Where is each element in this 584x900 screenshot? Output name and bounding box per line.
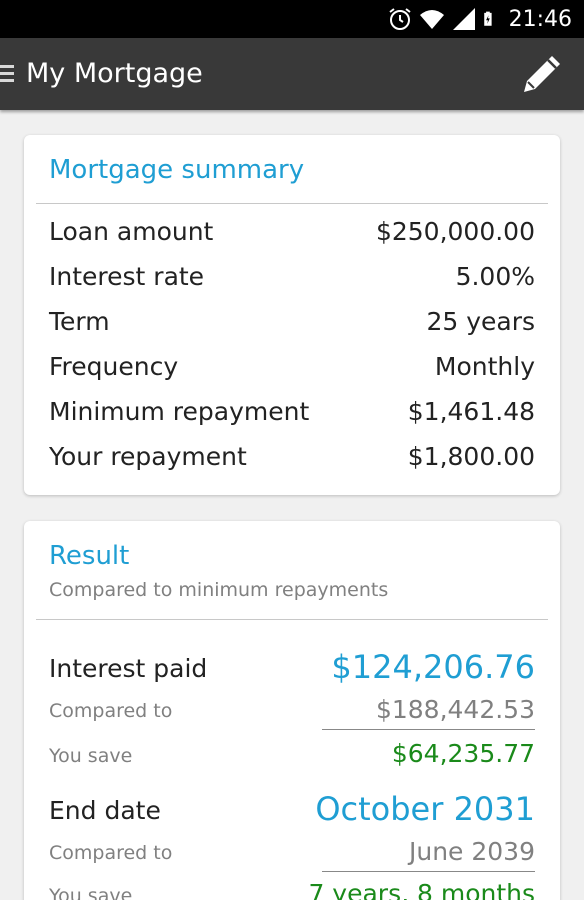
- row-value: 5.00%: [455, 262, 535, 291]
- summary-row-term: Term 25 years: [49, 307, 535, 347]
- row-value: $1,800.00: [407, 442, 535, 471]
- summary-divider: [36, 203, 548, 204]
- pencil-icon[interactable]: [520, 52, 564, 96]
- summary-title: Mortgage summary: [49, 155, 305, 185]
- row-value: 25 years: [426, 307, 535, 336]
- action-bar: My Mortgage: [0, 38, 584, 110]
- row-label: Your repayment: [49, 442, 247, 471]
- result-subtitle: Compared to minimum repayments: [49, 579, 389, 601]
- status-time: 21:46: [508, 6, 572, 32]
- summary-row-your-repayment: Your repayment $1,800.00: [49, 442, 535, 482]
- signal-icon: [452, 8, 475, 30]
- end-date-compared-value: June 2039: [408, 837, 535, 866]
- row-value: Monthly: [434, 352, 535, 381]
- summary-row-minimum-repayment: Minimum repayment $1,461.48: [49, 397, 535, 437]
- interest-save-label: You save: [49, 745, 133, 767]
- battery-charging-icon: [483, 11, 492, 26]
- status-bar: 21:46: [0, 0, 584, 38]
- summary-row-interest-rate: Interest rate 5.00%: [49, 262, 535, 302]
- app-title[interactable]: My Mortgage: [26, 58, 203, 89]
- result-divider: [36, 619, 548, 620]
- row-label: Loan amount: [49, 217, 214, 246]
- result-card: Result Compared to minimum repayments In…: [24, 521, 560, 900]
- end-date-save-value: 7 years, 8 months: [308, 879, 535, 900]
- end-date-compared-label: Compared to: [49, 842, 173, 864]
- interest-paid-label: Interest paid: [49, 654, 208, 683]
- menu-icon[interactable]: [0, 63, 14, 85]
- end-date-value: October 2031: [315, 790, 535, 828]
- wifi-icon: [419, 10, 444, 29]
- summary-row-frequency: Frequency Monthly: [49, 352, 535, 392]
- row-value: $1,461.48: [407, 397, 535, 426]
- interest-paid-value: $124,206.76: [331, 648, 535, 686]
- end-date-label: End date: [49, 796, 161, 825]
- end-date-divider: [322, 871, 535, 872]
- summary-row-loan-amount: Loan amount $250,000.00: [49, 217, 535, 257]
- row-label: Frequency: [49, 352, 179, 381]
- row-label: Term: [49, 307, 110, 336]
- interest-divider: [322, 729, 535, 730]
- row-value: $250,000.00: [375, 217, 535, 246]
- result-title: Result: [49, 541, 130, 571]
- alarm-icon: [388, 8, 411, 30]
- interest-compared-value: $188,442.53: [375, 695, 535, 724]
- row-label: Interest rate: [49, 262, 205, 291]
- row-label: Minimum repayment: [49, 397, 310, 426]
- end-date-save-label: You save: [49, 885, 133, 900]
- interest-compared-label: Compared to: [49, 700, 173, 722]
- mortgage-summary-card: Mortgage summary Loan amount $250,000.00…: [24, 135, 560, 495]
- interest-save-value: $64,235.77: [391, 739, 535, 768]
